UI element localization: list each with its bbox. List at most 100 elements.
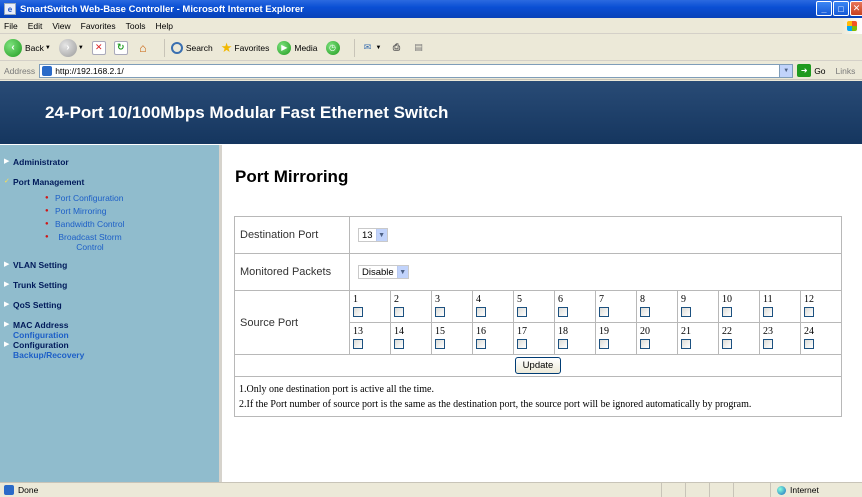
home-button[interactable]: ⌂ [136,41,150,55]
toolbar: ‹ Back ▼ › ▼ ✕ ↻ ⌂ Search ★ Favorites ▶ … [0,35,862,61]
minimize-button[interactable]: _ [816,1,832,16]
back-button[interactable]: ‹ Back ▼ [4,38,51,57]
source-port-number: 9 [681,294,686,305]
nav-broadcast-storm-control[interactable]: ● Broadcast Storm Control [45,232,219,252]
nav-port-configuration[interactable]: ● Port Configuration [45,193,219,203]
source-port-checkbox[interactable] [640,339,650,349]
security-zone: Internet [770,483,862,497]
source-port-checkbox[interactable] [558,339,568,349]
source-port-checkbox[interactable] [681,339,691,349]
search-icon [170,41,183,54]
print-button[interactable]: ⎙ [389,41,403,55]
forward-button[interactable]: › ▼ [58,38,84,57]
bullet-icon: ● [45,221,49,227]
nav-trunk-setting[interactable]: ▶ Trunk Setting [4,280,219,290]
source-port-checkbox[interactable] [435,339,445,349]
mail-dropdown-icon[interactable]: ▼ [376,45,382,51]
source-port-label: Source Port [234,290,350,355]
source-port-checkbox[interactable] [599,307,609,317]
source-port-number: 6 [558,294,563,305]
nav-port-submenu: ● Port Configuration ● Port Mirroring ● … [45,193,219,252]
source-port-number: 7 [599,294,604,305]
source-port-checkbox[interactable] [722,339,732,349]
nav-configuration[interactable]: ▶ Configuration [4,340,219,350]
source-port-checkbox[interactable] [722,307,732,317]
nav-vlan-setting[interactable]: ▶ VLAN Setting [4,260,219,270]
links-button[interactable]: Links [836,66,856,76]
destination-port-cell: 13 ▼ [349,216,842,254]
source-port-checkbox[interactable] [394,339,404,349]
source-port-cell: 14 [390,322,432,355]
nav-backup-recovery[interactable]: Backup/Recovery [13,350,219,360]
source-port-checkbox[interactable] [476,339,486,349]
nav-open-arrow-icon: ✓ [4,178,10,185]
go-arrow-icon: ➜ [797,64,812,77]
mail-button[interactable]: ✉ ▼ [361,41,382,55]
edit-button[interactable]: ▤ [411,41,425,55]
address-dropdown-icon[interactable]: ▼ [779,64,793,77]
source-port-cell: 22 [718,322,760,355]
source-port-checkbox[interactable] [353,307,363,317]
history-button[interactable]: ◷ [325,40,340,55]
stop-button[interactable]: ✕ [91,40,106,55]
menu-view[interactable]: View [52,21,70,31]
forward-dropdown-icon[interactable]: ▼ [78,45,84,51]
media-button[interactable]: ▶ Media [277,40,318,55]
refresh-button[interactable]: ↻ [113,40,128,55]
address-bar: Address http://192.168.2.1/ ▼ ➜ Go Links [0,62,862,80]
go-button[interactable]: ➜ Go [797,64,826,77]
source-port-checkbox[interactable] [353,339,363,349]
maximize-button[interactable]: □ [833,1,849,16]
destination-port-select[interactable]: 13 ▼ [358,228,388,242]
nav-port-mirroring[interactable]: ● Port Mirroring [45,206,219,216]
menu-edit[interactable]: Edit [28,21,43,31]
menu-help[interactable]: Help [155,21,172,31]
nav-bandwidth-control[interactable]: ● Bandwidth Control [45,219,219,229]
update-cell: Update [234,354,842,377]
back-label: Back [25,42,44,53]
nav-port-management[interactable]: ✓ Port Management [4,177,219,187]
update-button[interactable]: Update [514,357,562,374]
source-port-checkbox[interactable] [763,339,773,349]
toolbar-separator [163,38,165,57]
source-port-checkbox[interactable] [804,339,814,349]
source-port-cell: 16 [472,322,514,355]
source-port-checkbox[interactable] [476,307,486,317]
source-port-number: 24 [804,326,814,337]
favorites-button[interactable]: ★ Favorites [221,40,270,56]
forward-arrow-icon: › [58,38,77,57]
bullet-icon: ● [45,195,49,201]
menu-file[interactable]: File [4,21,18,31]
nav-qos-setting[interactable]: ▶ QoS Setting [4,300,219,310]
main-content: Port Mirroring Destination Port 13 ▼ Mon… [225,145,862,482]
source-port-checkbox[interactable] [558,307,568,317]
source-port-checkbox[interactable] [394,307,404,317]
source-port-checkbox[interactable] [804,307,814,317]
menu-favorites[interactable]: Favorites [81,21,116,31]
source-port-checkbox[interactable] [763,307,773,317]
search-button[interactable]: Search [170,41,213,54]
source-port-cell: 3 [431,290,473,323]
note-2: 2.If the Port number of source port is t… [239,399,752,410]
source-port-checkbox[interactable] [517,307,527,317]
source-port-checkbox[interactable] [681,307,691,317]
source-port-checkbox[interactable] [517,339,527,349]
source-port-checkbox[interactable] [640,307,650,317]
left-nav: ▶ Administrator ✓ Port Management ● Port… [0,145,222,482]
source-port-checkbox[interactable] [599,339,609,349]
source-port-cell: 7 [595,290,637,323]
nav-mac-configuration[interactable]: Configuration [13,330,219,340]
address-input[interactable]: http://192.168.2.1/ ▼ [39,63,794,78]
source-port-checkbox[interactable] [435,307,445,317]
monitored-packets-select[interactable]: Disable ▼ [358,265,409,279]
source-port-cell: 13 [349,322,391,355]
menu-tools[interactable]: Tools [126,21,146,31]
close-button[interactable]: ✕ [850,1,862,16]
mirroring-table: Destination Port 13 ▼ Monitored Packets … [234,216,842,417]
chevron-down-icon: ▼ [396,266,408,278]
nav-mac-address[interactable]: ▶ MAC Address [4,320,219,330]
refresh-icon: ↻ [113,40,128,55]
back-dropdown-icon[interactable]: ▼ [45,45,51,51]
nav-administrator[interactable]: ▶ Administrator [4,157,219,167]
nav-port-management-label: Port Management [13,177,85,187]
